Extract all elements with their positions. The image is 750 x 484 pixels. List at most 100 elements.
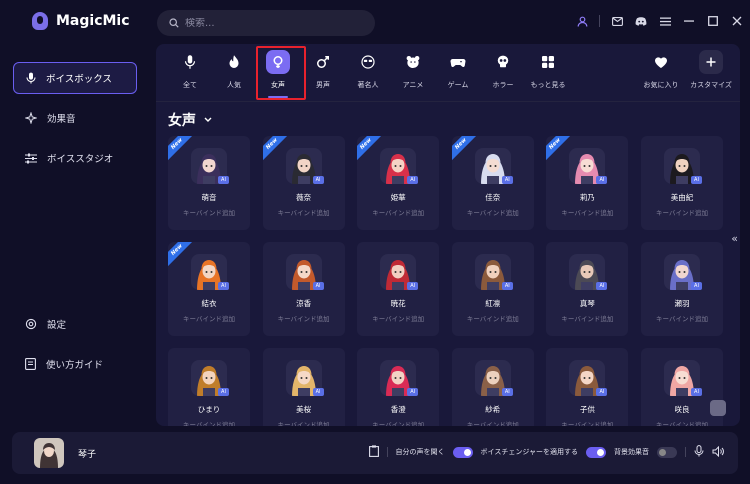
category-tab-right-1[interactable]: カスタマイズ bbox=[686, 50, 736, 100]
microphone-icon bbox=[26, 72, 36, 84]
voice-card[interactable]: AI 暁花 キーバインド追加 bbox=[357, 242, 440, 336]
voice-card[interactable]: New AI 薇奈 キーバインド追加 bbox=[262, 136, 345, 230]
category-tabs: 全て 人気 女声 男声 著名人 アニメ ゲーム ホラー もっと見る お気に入り カスタマイズ bbox=[156, 44, 740, 102]
voice-card[interactable]: New AI 姫華 キーバインド追加 bbox=[357, 136, 440, 230]
voice-card[interactable]: AI 子供 キーバインド追加 bbox=[546, 348, 629, 426]
voice-card[interactable]: New AI 佳奈 キーバインド追加 bbox=[451, 136, 534, 230]
voice-name: 姫華 bbox=[390, 193, 406, 202]
add-keybind-link[interactable]: キーバインド追加 bbox=[546, 207, 628, 217]
hear-own-voice-toggle[interactable] bbox=[452, 446, 473, 458]
book-icon bbox=[25, 358, 36, 370]
speaker-icon[interactable] bbox=[712, 445, 724, 459]
ai-badge: AI bbox=[218, 388, 229, 396]
maximize-icon[interactable] bbox=[706, 14, 720, 28]
category-label: 著名人 bbox=[357, 81, 379, 89]
current-voice-name: 琴子 bbox=[78, 450, 97, 460]
ai-badge: AI bbox=[407, 176, 419, 184]
category-label: もっと見る bbox=[530, 81, 566, 89]
voice-card[interactable]: AI 瀬羽 キーバインド追加 bbox=[641, 242, 723, 336]
sidebar-item-label: 効果音 bbox=[47, 114, 76, 125]
sidebar-item-guide[interactable]: 使い方ガイド bbox=[13, 348, 137, 380]
menu-icon[interactable] bbox=[658, 14, 672, 28]
voice-card[interactable]: New AI 結衣 キーバインド追加 bbox=[168, 242, 250, 336]
add-keybind-link[interactable]: キーバインド追加 bbox=[452, 207, 534, 217]
fire-icon bbox=[222, 50, 246, 74]
ai-badge: AI bbox=[312, 388, 324, 396]
category-label: 全て bbox=[183, 81, 197, 89]
add-keybind-link[interactable]: キーバインド追加 bbox=[357, 313, 439, 323]
sparkle-icon bbox=[25, 112, 37, 124]
apply-changer-toggle[interactable] bbox=[586, 446, 606, 458]
add-keybind-link[interactable]: キーバインド追加 bbox=[357, 207, 439, 217]
heart-icon bbox=[649, 50, 673, 74]
add-keybind-link[interactable]: キーバインド追加 bbox=[263, 207, 345, 217]
microphone-icon[interactable] bbox=[694, 445, 704, 459]
category-tab-right-0[interactable]: お気に入り bbox=[636, 50, 686, 100]
close-icon[interactable] bbox=[730, 14, 744, 28]
add-keybind-link[interactable]: キーバインド追加 bbox=[263, 419, 345, 426]
add-keybind-link[interactable]: キーバインド追加 bbox=[546, 313, 628, 323]
ai-badge: AI bbox=[596, 388, 608, 396]
voice-card[interactable]: AI ひまり キーバインド追加 bbox=[168, 348, 250, 426]
voice-card[interactable]: New AI 莉乃 キーバインド追加 bbox=[546, 136, 629, 230]
discord-icon[interactable] bbox=[634, 14, 648, 28]
category-tab-6[interactable]: ゲーム bbox=[436, 50, 480, 100]
voice-card[interactable]: AI 香澄 キーバインド追加 bbox=[357, 348, 440, 426]
chevron-down-icon bbox=[204, 117, 212, 122]
mail-icon[interactable] bbox=[610, 14, 624, 28]
user-icon[interactable] bbox=[575, 14, 589, 28]
voice-card[interactable]: AI 紗希 キーバインド追加 bbox=[451, 348, 534, 426]
category-label: ホラー bbox=[492, 81, 514, 89]
sidebar-item-label: ボイスボックス bbox=[46, 74, 112, 85]
voice-card[interactable]: AI 美桜 キーバインド追加 bbox=[262, 348, 345, 426]
ai-badge: AI bbox=[596, 282, 608, 290]
sidebar-item-voice-box[interactable]: ボイスボックス bbox=[13, 62, 137, 94]
voice-card[interactable]: AI 紅凛 キーバインド追加 bbox=[451, 242, 534, 336]
voice-controls: 自分の声を聞く ボイスチェンジャーを適用する 背景効果音 bbox=[368, 445, 724, 459]
voice-card[interactable]: New AI 萌音 キーバインド追加 bbox=[168, 136, 250, 230]
category-tab-3[interactable]: 男声 bbox=[301, 50, 345, 100]
category-label: お気に入り bbox=[643, 81, 679, 89]
clipboard-icon[interactable] bbox=[368, 445, 379, 459]
add-keybind-link[interactable]: キーバインド追加 bbox=[546, 419, 628, 426]
random-dice-icon[interactable] bbox=[710, 400, 726, 416]
voice-name: 瀬羽 bbox=[674, 299, 690, 308]
sidebar-item-settings[interactable]: 設定 bbox=[13, 308, 137, 340]
minimize-icon[interactable] bbox=[682, 14, 696, 28]
add-keybind-link[interactable]: キーバインド追加 bbox=[641, 313, 723, 323]
add-keybind-link[interactable]: キーバインド追加 bbox=[168, 313, 250, 323]
add-keybind-link[interactable]: キーバインド追加 bbox=[263, 313, 345, 323]
add-keybind-link[interactable]: キーバインド追加 bbox=[357, 419, 439, 426]
category-tab-5[interactable]: アニメ bbox=[391, 50, 435, 100]
voice-card[interactable]: AI 涼香 キーバインド追加 bbox=[262, 242, 345, 336]
category-tab-8[interactable]: もっと見る bbox=[526, 50, 570, 100]
bottom-bar: 琴子 自分の声を聞く ボイスチェンジャーを適用する 背景効果音 bbox=[12, 432, 738, 474]
bg-sound-toggle[interactable] bbox=[657, 446, 677, 458]
section-title[interactable]: 女声 bbox=[168, 110, 212, 130]
add-keybind-link[interactable]: キーバインド追加 bbox=[452, 313, 534, 323]
app-window: MagicMic ボイスボックス 効果音 ボイススタジオ bbox=[0, 0, 750, 484]
add-keybind-link[interactable]: キーバインド追加 bbox=[641, 207, 723, 217]
category-label: アニメ bbox=[402, 81, 424, 89]
voice-name: 萌音 bbox=[201, 193, 217, 202]
search-input[interactable] bbox=[185, 17, 345, 29]
category-tab-1[interactable]: 人気 bbox=[212, 50, 256, 100]
category-tab-0[interactable]: 全て bbox=[168, 50, 212, 100]
add-keybind-link[interactable]: キーバインド追加 bbox=[168, 419, 250, 426]
selected-category-highlight bbox=[256, 46, 306, 100]
category-tab-4[interactable]: 著名人 bbox=[346, 50, 390, 100]
voice-card[interactable]: AI 真琴 キーバインド追加 bbox=[546, 242, 629, 336]
add-keybind-link[interactable]: キーバインド追加 bbox=[452, 419, 534, 426]
category-label: 男声 bbox=[316, 81, 330, 89]
add-keybind-link[interactable]: キーバインド追加 bbox=[168, 207, 250, 217]
ai-badge: AI bbox=[501, 388, 513, 396]
voice-card[interactable]: AI 美由紀 キーバインド追加 bbox=[641, 136, 723, 230]
add-keybind-link[interactable]: キーバインド追加 bbox=[641, 419, 723, 426]
category-tab-7[interactable]: ホラー bbox=[481, 50, 525, 100]
search-bar[interactable] bbox=[157, 10, 375, 36]
sidebar-item-voice-studio[interactable]: ボイススタジオ bbox=[13, 142, 137, 174]
ai-badge: AI bbox=[312, 176, 324, 184]
collapse-panel-icon[interactable]: « bbox=[731, 232, 738, 245]
sidebar-item-sound-effects[interactable]: 効果音 bbox=[13, 102, 137, 134]
voice-name: 香澄 bbox=[390, 405, 406, 414]
